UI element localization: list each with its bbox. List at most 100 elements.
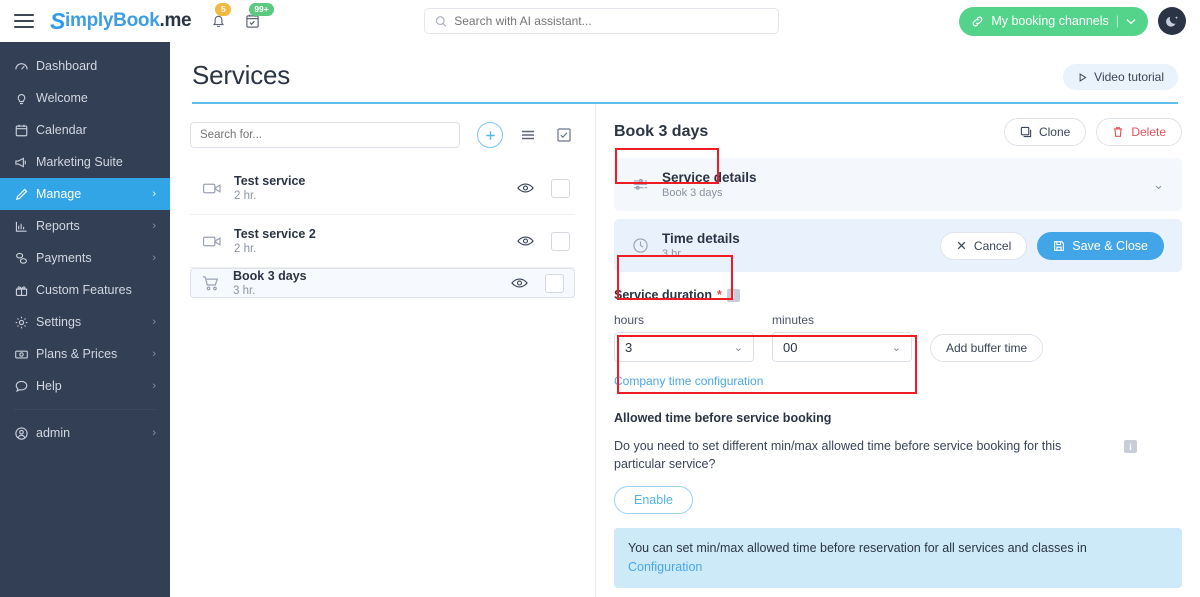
- accordion-text: Service details Book 3 days: [662, 169, 757, 200]
- add-service-button[interactable]: [477, 122, 503, 148]
- visibility-eye-icon[interactable]: [512, 235, 538, 247]
- calendar-icon: [14, 123, 36, 138]
- sidebar-label: Help: [36, 379, 62, 393]
- bell-badge: 5: [215, 3, 232, 16]
- clone-button[interactable]: Clone: [1003, 118, 1087, 146]
- row-checkbox[interactable]: [551, 231, 570, 251]
- accordion-text: Time details 3 hr.: [662, 230, 740, 261]
- service-name: Book 3 days: [233, 268, 307, 283]
- company-time-configuration-link[interactable]: Company time configuration: [614, 374, 1182, 388]
- megaphone-icon: [14, 155, 36, 170]
- my-booking-channels-button[interactable]: My booking channels |: [959, 6, 1148, 36]
- service-name: Test service 2: [234, 226, 316, 241]
- plus-icon: [485, 130, 495, 140]
- sidebar-item-help[interactable]: Help ›: [0, 370, 170, 402]
- logo-simplybook: implyBook: [65, 10, 160, 31]
- chevron-right-icon: ›: [152, 188, 156, 200]
- sidebar-label: Welcome: [36, 91, 88, 105]
- chat-icon: [14, 379, 36, 394]
- video-tutorial-button[interactable]: Video tutorial: [1063, 64, 1178, 90]
- sidebar-item-settings[interactable]: Settings ›: [0, 306, 170, 338]
- sidebar-item-payments[interactable]: Payments ›: [0, 242, 170, 274]
- table-row[interactable]: Test service 2 hr.: [190, 162, 575, 215]
- info-icon[interactable]: i: [726, 288, 740, 302]
- services-search-input[interactable]: [190, 122, 460, 148]
- cancel-label: Cancel: [973, 238, 1012, 253]
- cancel-button[interactable]: Cancel: [939, 231, 1028, 260]
- row-checkbox[interactable]: [545, 273, 564, 293]
- delete-button[interactable]: Delete: [1096, 118, 1182, 146]
- save-icon: [1054, 240, 1065, 251]
- pencil-icon: [14, 187, 36, 202]
- top-bar: SimplyBook .me 5 99+ Search with AI assi…: [0, 0, 1200, 42]
- duration-row: hours 3 ⌄ minutes 00 ⌄ Add buffer time: [614, 313, 1182, 362]
- enable-button[interactable]: Enable: [614, 486, 693, 514]
- visibility-eye-icon[interactable]: [512, 182, 538, 194]
- ai-search-box[interactable]: [424, 8, 779, 34]
- required-asterisk: *: [716, 288, 722, 302]
- notifications-bell-button[interactable]: 5: [207, 3, 232, 32]
- sidebar-item-admin[interactable]: admin ›: [0, 417, 170, 449]
- dark-mode-toggle[interactable]: [1158, 7, 1186, 35]
- hours-label: hours: [614, 313, 645, 327]
- sidebar-item-dashboard[interactable]: Dashboard: [0, 50, 170, 82]
- sidebar-divider: [14, 409, 156, 410]
- accordion-right: ⌄: [1153, 177, 1164, 193]
- row-checkbox[interactable]: [551, 178, 570, 198]
- accordion-title: Service details: [662, 170, 757, 185]
- sidebar-item-plans-and-prices[interactable]: Plans & Prices ›: [0, 338, 170, 370]
- page-header: Services Video tutorial: [170, 42, 1200, 91]
- app-logo[interactable]: SimplyBook .me: [50, 8, 192, 35]
- list-view-button[interactable]: [517, 124, 539, 146]
- video-tutorial-label: Video tutorial: [1094, 70, 1164, 84]
- clone-label: Clone: [1038, 125, 1071, 139]
- info-icon[interactable]: i: [1124, 440, 1137, 453]
- chevron-right-icon: ›: [152, 348, 156, 360]
- search-input[interactable]: [454, 14, 768, 28]
- app-body: Dashboard Welcome Calendar Marketing Sui…: [0, 42, 1200, 597]
- select-all-button[interactable]: [553, 124, 575, 146]
- chart-icon: [14, 219, 36, 234]
- hamburger-icon[interactable]: [14, 14, 34, 28]
- checkbox-icon: [557, 128, 571, 142]
- sidebar-item-calendar[interactable]: Calendar: [0, 114, 170, 146]
- sidebar-item-custom-features[interactable]: Custom Features: [0, 274, 170, 306]
- add-buffer-time-button[interactable]: Add buffer time: [930, 334, 1044, 362]
- chevron-down-icon: [1126, 18, 1136, 24]
- sliders-icon: [632, 176, 662, 193]
- table-row[interactable]: Book 3 days 3 hr.: [190, 268, 575, 298]
- minutes-label: minutes: [772, 313, 815, 327]
- top-bar-right: My booking channels |: [959, 6, 1186, 36]
- accordion-time-details[interactable]: Time details 3 hr. Cancel Save & Close: [614, 219, 1182, 272]
- configuration-link[interactable]: Configuration: [628, 558, 1168, 577]
- allowed-time-question: Do you need to set different min/max all…: [614, 437, 1182, 473]
- service-duration-label: Service duration * i: [614, 288, 1182, 302]
- sidebar-item-welcome[interactable]: Welcome: [0, 82, 170, 114]
- chevron-right-icon: ›: [152, 316, 156, 328]
- video-camera-icon: [202, 234, 234, 249]
- sidebar-label: Manage: [36, 187, 82, 201]
- question-text: Do you need to set different min/max all…: [614, 439, 1062, 471]
- sidebar-item-marketing-suite[interactable]: Marketing Suite: [0, 146, 170, 178]
- clock-icon: [632, 237, 662, 254]
- chevron-right-icon: ›: [152, 427, 156, 439]
- save-and-close-button[interactable]: Save & Close: [1037, 231, 1164, 260]
- sidebar-item-reports[interactable]: Reports ›: [0, 210, 170, 242]
- content-panes: Test service 2 hr.: [170, 104, 1200, 597]
- visibility-eye-icon[interactable]: [506, 277, 532, 289]
- hours-select[interactable]: 3 ⌄: [614, 332, 754, 362]
- pending-bookings-button[interactable]: 99+: [241, 3, 274, 32]
- minutes-field: minutes 00 ⌄: [772, 313, 912, 362]
- table-row[interactable]: Test service 2 2 hr.: [190, 215, 575, 268]
- row-text: Test service 2 2 hr.: [234, 226, 512, 257]
- dashboard-icon: [14, 59, 36, 74]
- minutes-select[interactable]: 00 ⌄: [772, 332, 912, 362]
- main-content: Services Video tutorial Search for... Te…: [170, 42, 1200, 597]
- sidebar-item-manage[interactable]: Manage ›: [0, 178, 170, 210]
- sidebar-label: Plans & Prices: [36, 347, 118, 361]
- coins-icon: [14, 251, 36, 266]
- accordion-service-details[interactable]: Service details Book 3 days ⌄: [614, 158, 1182, 211]
- delete-label: Delete: [1131, 125, 1166, 139]
- trash-icon: [1114, 127, 1123, 137]
- chevron-down-icon[interactable]: ⌄: [1153, 177, 1164, 193]
